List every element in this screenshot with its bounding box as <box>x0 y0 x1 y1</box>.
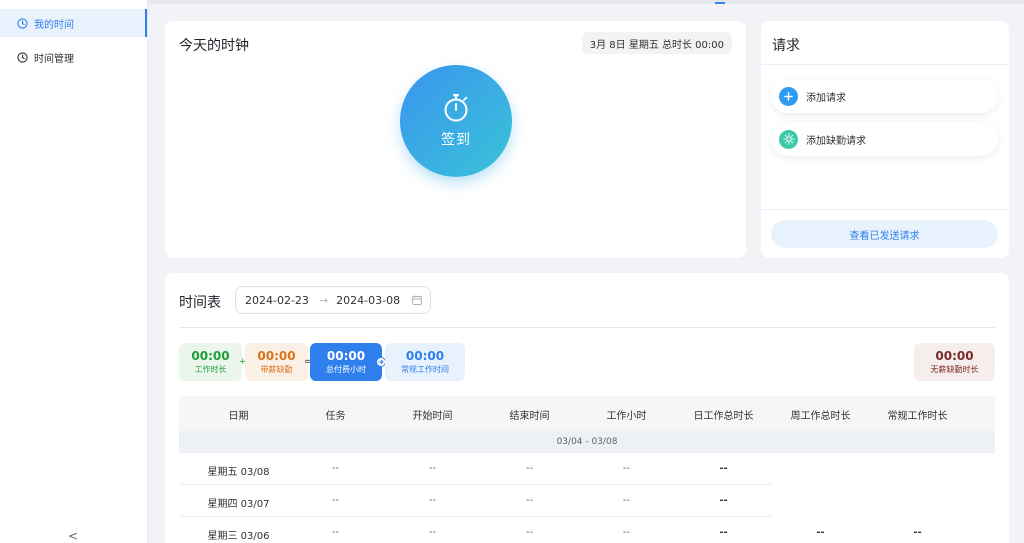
timesheet-title: 时间表 <box>179 295 221 311</box>
table-row[interactable]: 星期五 03/08 -- -- -- -- -- <box>179 453 995 485</box>
cell-start: -- <box>428 495 437 506</box>
collapse-sidebar-button[interactable]: < <box>68 530 78 542</box>
cell-day-total: -- <box>719 495 728 506</box>
unpaid-absence-value: 00:00 <box>935 349 974 363</box>
sidebar-item-label: 我的时间 <box>34 19 74 31</box>
cell-day-total: -- <box>719 527 728 538</box>
add-absence-label: 添加缺勤请求 <box>806 135 866 147</box>
date-total-chip: 3月 8日 星期五 总时长 00:00 <box>581 32 732 54</box>
range-arrow-icon: → <box>318 293 329 307</box>
view-sent-requests-button[interactable]: 查看已发送请求 <box>771 220 998 248</box>
cell-hours: -- <box>622 495 631 506</box>
today-clock-card: 今天的时钟 3月 8日 星期五 总时长 00:00 签到 <box>165 21 746 258</box>
total-paid-label: 总付费小时 <box>326 365 366 374</box>
cell-week-total: -- <box>816 527 825 538</box>
column-header-end: 结束时间 <box>509 411 550 422</box>
requests-title: 请求 <box>772 38 800 54</box>
regular-hours-label: 常规工作时间 <box>401 365 449 374</box>
cell-end: -- <box>525 463 534 474</box>
stopwatch-icon <box>444 94 468 122</box>
column-header-task: 任务 <box>325 411 346 422</box>
total-paid-hours-summary: 00:00 总付费小时 <box>310 343 382 381</box>
top-border <box>148 0 1024 4</box>
unpaid-absence-summary: 00:00 无薪缺勤时长 <box>914 343 995 381</box>
range-end: 2024-03-08 <box>336 293 401 307</box>
sidebar-item-label: 时间管理 <box>34 53 74 65</box>
work-hours-label: 工作时长 <box>194 365 227 374</box>
column-header-start: 开始时间 <box>412 411 453 422</box>
divider <box>761 209 1009 210</box>
cell-start: -- <box>428 527 437 538</box>
calendar-icon <box>412 295 422 305</box>
clock-icon <box>17 17 28 29</box>
sidebar: 我的时间 时间管理 < <box>0 0 148 543</box>
cell-hours: -- <box>622 527 631 538</box>
column-header-regular: 常规工作时长 <box>887 411 948 422</box>
cell-task: -- <box>331 463 340 474</box>
sidebar-item-time-management[interactable]: 时间管理 <box>0 43 147 71</box>
sun-icon <box>779 129 798 149</box>
cell-hours: -- <box>622 463 631 474</box>
work-hours-summary: 00:00 工作时长 <box>179 343 242 381</box>
regular-hours-value: 00:00 <box>405 349 445 363</box>
paid-absence-summary: 00:00 带薪缺勤 <box>245 343 308 381</box>
table-header: 日期 任务 开始时间 结束时间 工作小时 日工作总时长 周工作总时长 常规工作时… <box>179 396 995 431</box>
cell-date: 星期三 03/06 <box>207 531 270 542</box>
cell-task: -- <box>331 495 340 506</box>
plus-icon <box>779 86 798 106</box>
cell-start: -- <box>428 463 437 474</box>
regular-hours-summary: 00:00 常规工作时间 <box>385 343 465 381</box>
paid-absence-value: 00:00 <box>257 349 296 363</box>
table-row[interactable]: 星期四 03/07 -- -- -- -- -- <box>179 485 995 517</box>
add-absence-request-button[interactable]: 添加缺勤请求 <box>771 122 998 156</box>
table-row[interactable]: 星期三 03/06 -- -- -- -- -- -- -- <box>179 517 995 543</box>
checkin-button[interactable]: 签到 <box>400 65 512 177</box>
cell-date: 星期四 03/07 <box>207 499 270 510</box>
date-range-picker[interactable]: 2024-02-23 → 2024-03-08 <box>235 286 431 314</box>
clock-icon <box>17 51 28 63</box>
total-paid-value: 00:00 <box>326 349 366 363</box>
checkin-label: 签到 <box>441 132 471 148</box>
paid-absence-label: 带薪缺勤 <box>260 365 293 374</box>
divider <box>179 327 995 328</box>
column-header-hours: 工作小时 <box>606 411 647 422</box>
range-start: 2024-02-23 <box>245 293 309 307</box>
column-header-date: 日期 <box>228 411 249 422</box>
cell-date: 星期五 03/08 <box>207 467 270 478</box>
timesheet-card: 时间表 2024-02-23 → 2024-03-08 00:00 工作时长 +… <box>165 273 1009 543</box>
cell-day-total: -- <box>719 463 728 474</box>
requests-card: 请求 添加请求 添加缺勤请求 查看已发送请求 <box>761 21 1009 258</box>
work-hours-value: 00:00 <box>191 349 230 363</box>
sidebar-item-my-time[interactable]: 我的时间 <box>0 9 147 37</box>
column-header-day-total: 日工作总时长 <box>693 411 754 422</box>
clock-title: 今天的时钟 <box>179 38 249 54</box>
cell-task: -- <box>331 527 340 538</box>
add-request-label: 添加请求 <box>806 92 846 104</box>
add-request-button[interactable]: 添加请求 <box>771 79 998 113</box>
column-header-week-total: 周工作总时长 <box>790 411 851 422</box>
unpaid-absence-label: 无薪缺勤时长 <box>930 365 979 374</box>
divider <box>761 64 1009 65</box>
week-group-row: 03/04 - 03/08 <box>179 431 995 453</box>
scroll-indicator <box>715 2 725 4</box>
cell-end: -- <box>525 527 534 538</box>
cell-regular: -- <box>913 527 922 538</box>
cell-end: -- <box>525 495 534 506</box>
